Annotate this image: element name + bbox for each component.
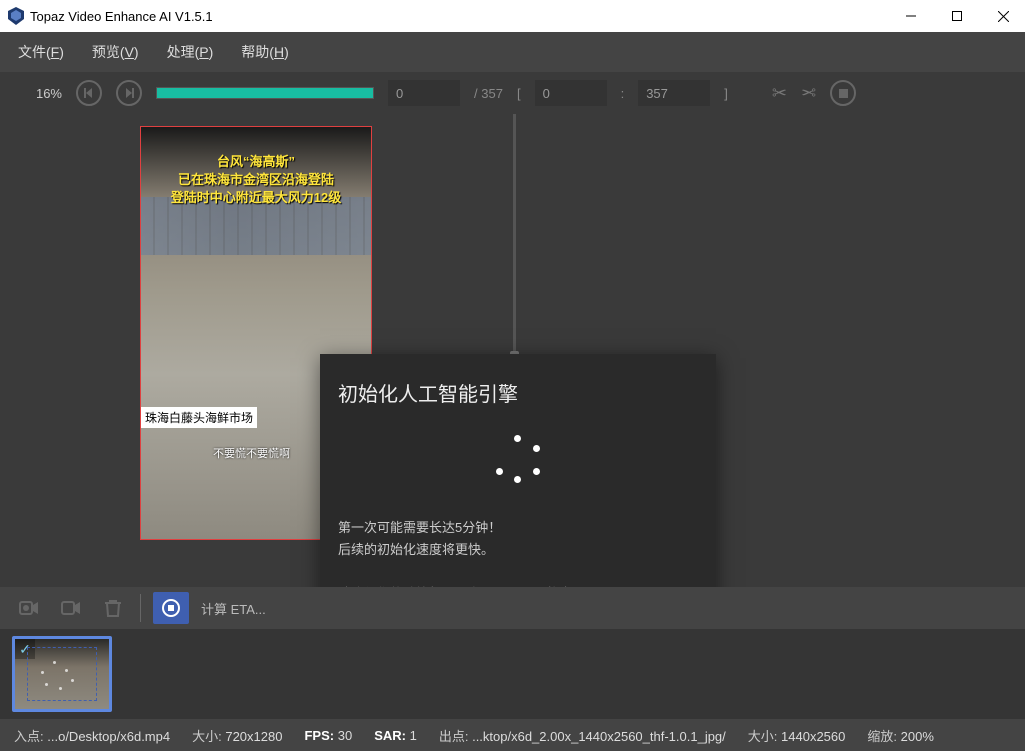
tool-row: 16% 0 / 357 [ 0 : 357 ] ✂ ✂ [0, 72, 1025, 114]
next-frame-button[interactable] [116, 80, 142, 106]
titlebar: Topaz Video Enhance AI V1.5.1 [0, 0, 1026, 32]
preview-area: 台风“海高斯” 已在珠海市金湾区沿海登陆 登陆时中心附近最大风力12级 珠海白藤… [0, 114, 1025, 587]
menubar: 文件(F) 预览(V) 处理(P) 帮助(H) [0, 32, 1025, 72]
prev-frame-button[interactable] [76, 80, 102, 106]
frame-current-field[interactable]: 0 [388, 80, 460, 106]
dialog-line2: 后续的初始化速度将更快。 [338, 539, 698, 561]
caption-sub: 不要慌不要慌啊 [213, 445, 290, 461]
range-end-field[interactable]: 357 [638, 80, 710, 106]
menu-process[interactable]: 处理(P) [167, 42, 214, 62]
stop-processing-button[interactable] [153, 592, 189, 624]
control-bar: 计算 ETA... [0, 587, 1025, 629]
menu-preview[interactable]: 预览(V) [92, 42, 139, 62]
close-button[interactable] [980, 0, 1026, 32]
caption-location: 珠海白藤头海鲜市场 [141, 407, 257, 428]
record-out-icon[interactable] [56, 594, 86, 622]
zoom-percent: 16% [18, 86, 62, 101]
progress-bar[interactable] [156, 87, 374, 99]
loading-dialog: 初始化人工智能引擎 第一次可能需要长达5分钟！ 后续的初始化速度将更快。 请确保… [320, 354, 716, 587]
minimize-button[interactable] [888, 0, 934, 32]
cut-out-icon[interactable]: ✂ [801, 83, 816, 104]
clip-thumbnail[interactable]: ✓ [12, 636, 112, 712]
range-sep: : [621, 86, 625, 101]
clip-strip: ✓ [0, 629, 1025, 719]
status-bar: 入点: ...o/Desktop/x6d.mp4 大小: 720x1280 FP… [0, 719, 1025, 751]
app-logo-icon [8, 7, 24, 25]
stop-preview-button[interactable] [830, 80, 856, 106]
dialog-title: 初始化人工智能引擎 [338, 378, 698, 407]
caption-main: 台风“海高斯” 已在珠海市金湾区沿海登陆 登陆时中心附近最大风力12级 [141, 153, 371, 208]
trash-icon[interactable] [98, 594, 128, 622]
bracket-open: [ [517, 86, 521, 101]
dialog-note: 请确保您的计算机设置为不进入睡眠状态。 [338, 583, 698, 587]
separator [140, 594, 141, 622]
menu-file[interactable]: 文件(F) [18, 42, 64, 62]
cut-in-icon[interactable]: ✂ [772, 83, 787, 104]
bracket-close: ] [724, 86, 728, 101]
spinner-icon [494, 435, 542, 483]
dialog-line1: 第一次可能需要长达5分钟！ [338, 517, 698, 539]
menu-help[interactable]: 帮助(H) [241, 42, 288, 62]
app-body: 文件(F) 预览(V) 处理(P) 帮助(H) 16% 0 / 357 [ 0 … [0, 32, 1025, 751]
window-controls [888, 0, 1026, 32]
frame-total: / 357 [474, 86, 503, 101]
range-start-field[interactable]: 0 [535, 80, 607, 106]
record-in-icon[interactable] [14, 594, 44, 622]
eta-text: 计算 ETA... [201, 599, 266, 618]
maximize-button[interactable] [934, 0, 980, 32]
window-title: Topaz Video Enhance AI V1.5.1 [30, 9, 213, 24]
